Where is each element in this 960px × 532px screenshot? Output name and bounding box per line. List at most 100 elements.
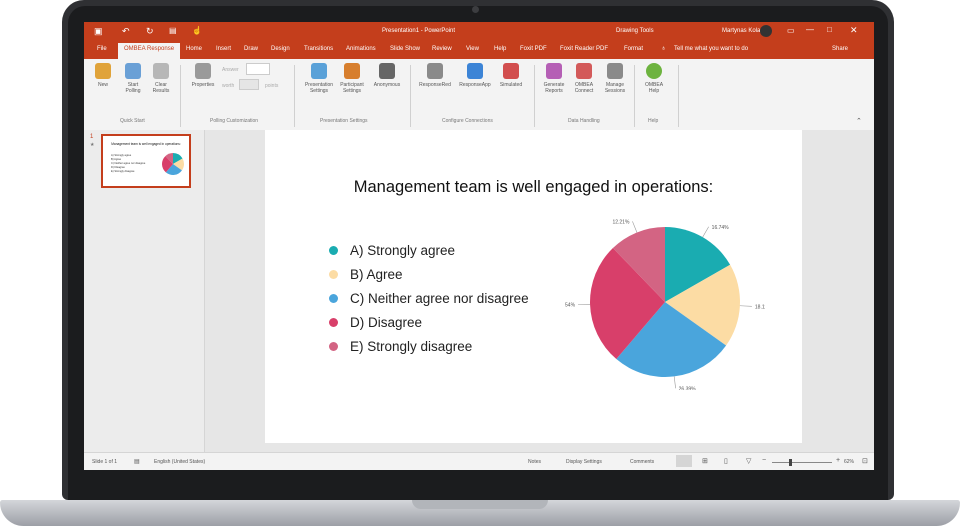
language-status[interactable]: English (United States) xyxy=(154,459,205,465)
lightbulb-icon: ♁ xyxy=(661,45,667,52)
app-title: Presentation1 - PowerPoint xyxy=(382,28,456,34)
presentation-settings-button[interactable]: Presentation Settings xyxy=(302,63,336,94)
slideshow-icon[interactable]: ▤ xyxy=(169,26,177,35)
tab-foxit-pdf[interactable]: Foxit PDF xyxy=(520,46,547,52)
slide-info: Slide 1 of 1 xyxy=(92,459,118,465)
ombea-connect-button[interactable]: OMBEA Connect xyxy=(570,63,598,94)
answer-dropdown[interactable] xyxy=(246,63,270,75)
star-icon: ★ xyxy=(90,142,95,148)
zoom-slider-thumb[interactable] xyxy=(789,459,792,466)
worth-label: worth xyxy=(222,83,235,89)
option-a-bullet xyxy=(329,246,338,255)
tab-design[interactable]: Design xyxy=(271,46,290,52)
response-app-icon xyxy=(467,63,483,79)
option-e[interactable]: E) Strongly disagree xyxy=(329,339,472,354)
tab-format[interactable]: Format xyxy=(624,46,643,52)
group-label: Configure Connections xyxy=(442,118,493,124)
share-button[interactable]: Share xyxy=(832,46,848,52)
ribbon-tabs: File OMBEA Response Home Insert Draw Des… xyxy=(84,42,874,59)
option-d[interactable]: D) Disagree xyxy=(329,315,422,330)
option-b[interactable]: B) Agree xyxy=(329,267,403,282)
points-label: points xyxy=(265,83,279,89)
anonymous-button[interactable]: Anonymous xyxy=(370,63,404,88)
tab-ombea-response[interactable]: OMBEA Response xyxy=(118,43,181,59)
maximize-icon[interactable]: □ xyxy=(827,25,832,34)
response-red-button[interactable]: ResponseRed xyxy=(418,63,452,88)
user-name: Martynas Kolas xyxy=(722,28,764,34)
close-icon[interactable]: ✕ xyxy=(850,25,858,36)
touch-mode-icon[interactable]: ☝ xyxy=(192,26,202,35)
option-c[interactable]: C) Neither agree nor disagree xyxy=(329,291,529,306)
tab-help[interactable]: Help xyxy=(494,46,506,52)
display-settings-button[interactable]: Display Settings xyxy=(566,459,602,465)
zoom-slider[interactable] xyxy=(772,462,832,463)
collapse-ribbon-icon[interactable]: ⌃ xyxy=(856,118,862,125)
slide-number: 1 xyxy=(90,134,94,140)
tab-animations[interactable]: Animations xyxy=(346,46,376,52)
fit-slide-icon[interactable]: ⊡ xyxy=(862,457,868,465)
group-divider xyxy=(180,65,181,127)
start-polling-button[interactable]: Start Polling xyxy=(120,63,146,94)
response-red-icon xyxy=(427,63,443,79)
pie-leader-line xyxy=(673,376,676,389)
new-button[interactable]: New xyxy=(92,63,114,88)
answer-label: Answer xyxy=(222,67,239,73)
ombea-connect-icon xyxy=(576,63,592,79)
zoom-level[interactable]: 62% xyxy=(844,459,854,465)
zoom-in-icon[interactable]: + xyxy=(836,457,840,464)
slide-editing-area: Management team is well engaged in opera… xyxy=(205,130,874,452)
properties-button[interactable]: Properties xyxy=(188,63,218,88)
slide-thumbnail[interactable]: Management team is well engaged in opera… xyxy=(101,134,191,188)
group-label: Polling Customization xyxy=(210,118,259,124)
notes-button[interactable]: Notes xyxy=(528,459,541,465)
ombea-help-button[interactable]: OMBEA Help xyxy=(640,63,668,94)
powerpoint-window: ▣ ↶ ↻ ▤ ☝ Presentation1 - PowerPoint Dra… xyxy=(84,22,874,470)
tell-me-search[interactable]: Tell me what you want to do xyxy=(674,46,748,52)
redo-icon[interactable]: ↻ xyxy=(146,26,154,37)
tab-file[interactable]: File xyxy=(97,46,107,52)
tab-review[interactable]: Review xyxy=(432,46,452,52)
pie-leader-line xyxy=(739,305,752,307)
save-icon[interactable]: ▣ xyxy=(94,26,103,37)
avatar[interactable] xyxy=(760,25,772,37)
pie-data-label: 12.21% xyxy=(612,219,630,225)
tab-home[interactable]: Home xyxy=(186,46,202,52)
slideshow-view-icon[interactable]: ▽ xyxy=(746,457,751,465)
help-icon xyxy=(646,63,662,79)
minimize-icon[interactable]: — xyxy=(806,25,814,34)
tab-foxit-reader-pdf[interactable]: Foxit Reader PDF xyxy=(560,46,608,52)
pie-chart[interactable]: 16.74% 18.11% 26.39% 26.54% 12.21% xyxy=(565,215,765,390)
group-divider xyxy=(634,65,635,127)
tab-draw[interactable]: Draw xyxy=(244,46,258,52)
slide[interactable]: Management team is well engaged in opera… xyxy=(265,130,802,443)
slide-sorter-icon[interactable]: ⊞ xyxy=(702,457,708,465)
undo-icon[interactable]: ↶ xyxy=(122,26,130,37)
camera-icon xyxy=(472,6,479,13)
slide-title[interactable]: Management team is well engaged in opera… xyxy=(265,178,802,197)
tab-slide-show[interactable]: Slide Show xyxy=(390,46,420,52)
response-app-button[interactable]: ResponseApp xyxy=(456,63,494,88)
comments-button[interactable]: Comments xyxy=(630,459,654,465)
clear-results-icon xyxy=(153,63,169,79)
option-a[interactable]: A) Strongly agree xyxy=(329,243,455,258)
tab-insert[interactable]: Insert xyxy=(216,46,231,52)
participant-settings-button[interactable]: Participant Settings xyxy=(336,63,368,94)
generate-reports-button[interactable]: Generate Reports xyxy=(540,63,568,94)
clear-results-button[interactable]: Clear Results xyxy=(148,63,174,94)
pie-data-label: 16.74% xyxy=(712,225,730,231)
accessibility-icon[interactable]: ▤ xyxy=(134,458,140,465)
group-divider xyxy=(294,65,295,127)
pie-leader-line xyxy=(632,221,638,233)
worth-field[interactable] xyxy=(239,79,259,90)
tab-transitions[interactable]: Transitions xyxy=(304,46,333,52)
ribbon-display-icon[interactable]: ▭ xyxy=(787,26,795,35)
option-e-bullet xyxy=(329,342,338,351)
simulated-button[interactable]: Simulated xyxy=(496,63,526,88)
zoom-out-icon[interactable]: − xyxy=(762,457,766,464)
group-label: Quick Start xyxy=(120,118,145,124)
tab-view[interactable]: View xyxy=(466,46,479,52)
reading-view-icon[interactable]: ▯ xyxy=(724,457,728,465)
thumbnail-title: Management team is well engaged in opera… xyxy=(111,142,181,146)
normal-view-icon[interactable] xyxy=(676,455,692,467)
manage-sessions-button[interactable]: Manage Sessions xyxy=(600,63,630,94)
